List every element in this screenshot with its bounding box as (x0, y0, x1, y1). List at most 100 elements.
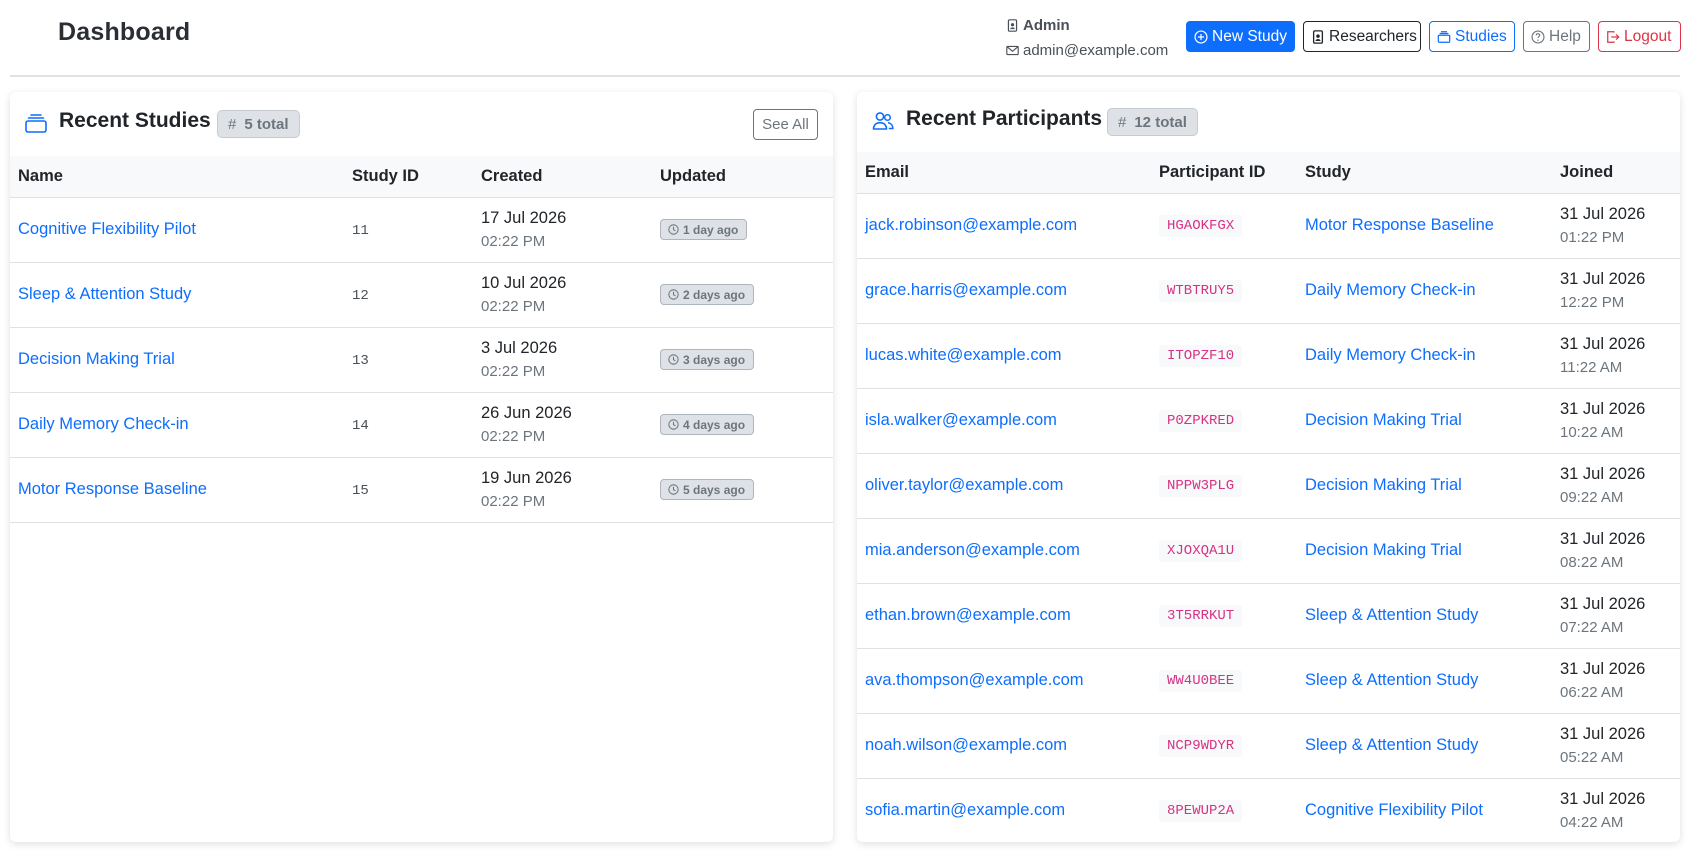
created-cell: 26 Jun 2026 02:22 PM (473, 391, 652, 457)
participant-study-link[interactable]: Sleep & Attention Study (1305, 671, 1478, 689)
studies-table-header: Name Study ID Created Updated (10, 156, 833, 197)
participant-id-cell: WW4U0BEE (1151, 647, 1297, 713)
recent-participants-table: Email Participant ID Study Joined jack.r… (857, 152, 1680, 842)
joined-cell: 31 Jul 2026 05:22 AM (1552, 712, 1680, 778)
joined-cell: 31 Jul 2026 08:22 AM (1552, 517, 1680, 583)
participant-study-link[interactable]: Sleep & Attention Study (1305, 736, 1478, 754)
participants-count-badge: # 12 total (1107, 108, 1198, 136)
participant-email-link[interactable]: sofia.martin@example.com (865, 801, 1065, 819)
joined-cell: 31 Jul 2026 04:22 AM (1552, 777, 1680, 842)
participant-id: 3T5RRKUT (1159, 604, 1243, 627)
participant-id-cell: NPPW3PLG (1151, 452, 1297, 518)
help-button[interactable]: Help (1523, 21, 1590, 52)
recent-studies-table: Name Study ID Created Updated Cognitive … (10, 156, 833, 523)
participant-study-link[interactable]: Decision Making Trial (1305, 476, 1462, 494)
participant-id: NPPW3PLG (1159, 474, 1243, 497)
column-header-updated: Updated (660, 166, 726, 185)
participant-email-link[interactable]: ethan.brown@example.com (865, 606, 1071, 624)
study-id-cell: 11 (344, 196, 473, 262)
table-row: oliver.taylor@example.com NPPW3PLG Decisio… (857, 452, 1680, 518)
participant-id: HGAOKFGX (1159, 214, 1243, 237)
participant-email-link[interactable]: isla.walker@example.com (865, 411, 1057, 429)
recent-participants-title: Recent Participants (906, 107, 1103, 130)
table-row: grace.harris@example.com WTBTRUY5 Daily Me… (857, 257, 1680, 323)
study-id-cell: 14 (344, 391, 473, 457)
participant-id: P0ZPKRED (1159, 409, 1243, 432)
updated-badge: 4 days ago (660, 414, 755, 435)
updated-label: 1 day ago (683, 222, 739, 237)
study-cell: Motor Response Baseline (1297, 192, 1552, 258)
column-header-email: Email (865, 162, 910, 181)
created-time: 02:22 PM (481, 492, 546, 510)
study-cell: Cognitive Flexibility Pilot (1297, 777, 1552, 842)
column-header-study-id: Study ID (352, 166, 419, 185)
participant-study-link[interactable]: Cognitive Flexibility Pilot (1305, 801, 1483, 819)
joined-date: 31 Jul 2026 (1560, 334, 1646, 353)
participant-email-link[interactable]: grace.harris@example.com (865, 281, 1067, 299)
updated-cell: 4 days ago (652, 391, 833, 457)
see-all-button[interactable]: See All (753, 109, 818, 140)
clock-icon (668, 419, 679, 430)
help-label: Help (1549, 27, 1581, 45)
updated-cell: 1 day ago (652, 196, 833, 262)
recent-participants-header: Recent Participants # 12 total (857, 92, 1680, 152)
participant-email-link[interactable]: oliver.taylor@example.com (865, 476, 1063, 494)
logout-button[interactable]: Logout (1598, 21, 1681, 52)
email-cell: grace.harris@example.com (857, 257, 1151, 323)
participant-email-link[interactable]: mia.anderson@example.com (865, 541, 1080, 559)
participant-study-link[interactable]: Motor Response Baseline (1305, 216, 1494, 234)
joined-date: 31 Jul 2026 (1560, 789, 1646, 808)
study-cell: Decision Making Trial (1297, 517, 1552, 583)
study-id-cell: 12 (344, 261, 473, 327)
joined-cell: 31 Jul 2026 10:22 AM (1552, 387, 1680, 453)
studies-button[interactable]: Studies (1429, 21, 1515, 52)
user-email: admin@example.com (1023, 41, 1169, 59)
participant-email-link[interactable]: noah.wilson@example.com (865, 736, 1067, 754)
joined-time: 01:22 PM (1560, 228, 1625, 246)
updated-cell: 2 days ago (652, 261, 833, 327)
study-cell: Decision Making Trial (1297, 387, 1552, 453)
study-name-link[interactable]: Sleep & Attention Study (18, 285, 191, 303)
participant-id-cell: WTBTRUY5 (1151, 257, 1297, 323)
participant-id: WW4U0BEE (1159, 669, 1243, 692)
email-cell: isla.walker@example.com (857, 387, 1151, 453)
created-time: 02:22 PM (481, 427, 546, 445)
joined-date: 31 Jul 2026 (1560, 204, 1646, 223)
joined-date: 31 Jul 2026 (1560, 269, 1646, 288)
study-name-link[interactable]: Daily Memory Check-in (18, 415, 189, 433)
joined-date: 31 Jul 2026 (1560, 399, 1646, 418)
participant-study-link[interactable]: Decision Making Trial (1305, 411, 1462, 429)
study-id: 15 (352, 483, 369, 499)
researchers-button[interactable]: Researchers (1303, 21, 1421, 52)
joined-time: 08:22 AM (1560, 553, 1624, 571)
created-date: 10 Jul 2026 (481, 273, 567, 292)
study-id: 14 (352, 418, 369, 434)
clock-icon (668, 484, 679, 495)
recent-studies-header: Recent Studies # 5 total See All (10, 92, 833, 156)
hash-icon: # (228, 115, 237, 133)
study-name-cell: Decision Making Trial (10, 326, 344, 392)
joined-time: 06:22 AM (1560, 683, 1624, 701)
new-study-button[interactable]: New Study (1186, 21, 1295, 52)
participant-email-link[interactable]: jack.robinson@example.com (865, 216, 1077, 234)
participant-study-link[interactable]: Sleep & Attention Study (1305, 606, 1478, 624)
created-time: 02:22 PM (481, 297, 546, 315)
joined-date: 31 Jul 2026 (1560, 724, 1646, 743)
recent-studies-card: Recent Studies # 5 total See All Name St… (10, 92, 833, 842)
study-name-link[interactable]: Cognitive Flexibility Pilot (18, 220, 196, 238)
participant-id: NCP9WDYR (1159, 734, 1243, 757)
joined-time: 09:22 AM (1560, 488, 1624, 506)
updated-cell: 5 days ago (652, 456, 833, 523)
participant-study-link[interactable]: Decision Making Trial (1305, 541, 1462, 559)
study-name-link[interactable]: Decision Making Trial (18, 350, 175, 368)
study-id: 13 (352, 353, 369, 369)
table-row: mia.anderson@example.com XJOXQA1U Decision… (857, 517, 1680, 583)
participant-email-link[interactable]: lucas.white@example.com (865, 346, 1062, 364)
participant-study-link[interactable]: Daily Memory Check-in (1305, 281, 1476, 299)
joined-cell: 31 Jul 2026 12:22 PM (1552, 257, 1680, 323)
participant-study-link[interactable]: Daily Memory Check-in (1305, 346, 1476, 364)
study-id-cell: 15 (344, 456, 473, 523)
participant-email-link[interactable]: ava.thompson@example.com (865, 671, 1084, 689)
page-title: Dashboard (58, 18, 191, 46)
study-name-link[interactable]: Motor Response Baseline (18, 480, 207, 498)
